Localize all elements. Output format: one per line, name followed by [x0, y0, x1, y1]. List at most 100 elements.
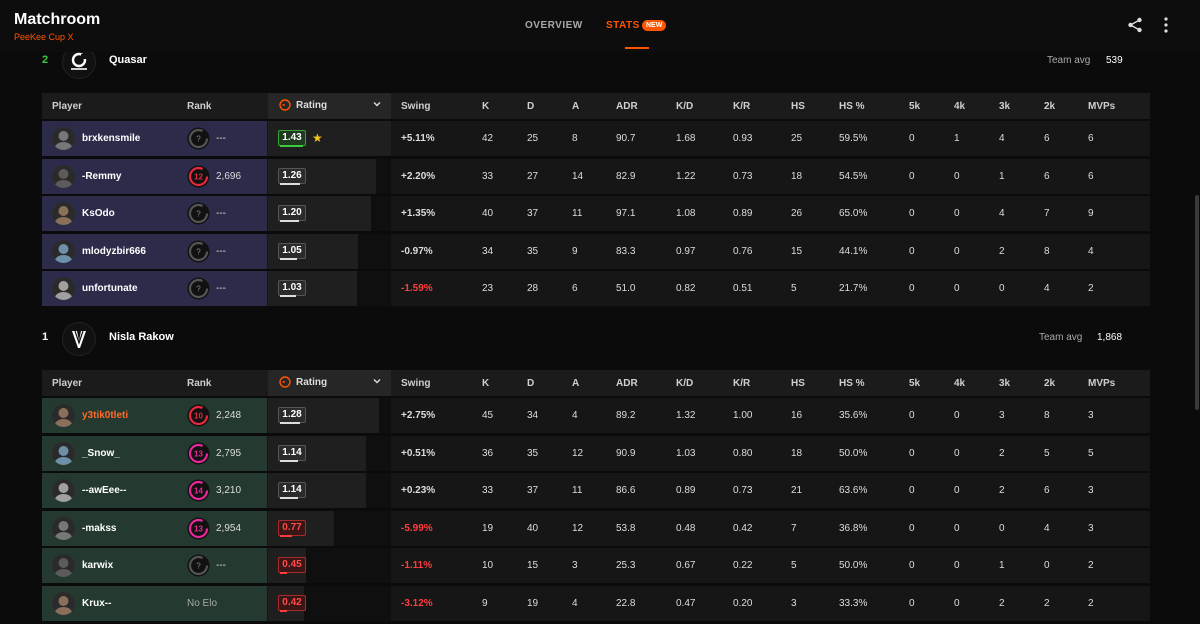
stat-k5: 0 [909, 597, 915, 609]
active-tab-indicator [625, 47, 649, 49]
player-cell[interactable] [42, 271, 267, 306]
stat-kd: 0.67 [676, 560, 696, 571]
player-avatar[interactable] [52, 516, 75, 540]
stat-hsp: 44.1% [839, 245, 868, 257]
stat-kr: 1.00 [733, 410, 753, 421]
stat-kd: 1.22 [676, 170, 696, 182]
stat-hs: 25 [791, 133, 803, 144]
stat-d: 35 [527, 447, 539, 459]
player-avatar[interactable] [52, 591, 75, 615]
stat-a: 12 [572, 447, 584, 459]
stat-swing: +0.51% [401, 447, 436, 459]
chevron-down-icon[interactable] [372, 99, 382, 109]
stat-hs: 16 [791, 410, 803, 421]
player-name[interactable]: _Snow_ [82, 448, 120, 459]
more-vertical-icon[interactable] [1160, 16, 1172, 34]
player-avatar[interactable] [52, 441, 75, 465]
team-header-nisla-rakow: 1 Nisla Rakow Team avg 1,868 [42, 322, 1150, 356]
rating-progress [280, 422, 300, 424]
player-avatar[interactable] [52, 479, 75, 502]
player-cell[interactable] [42, 233, 267, 269]
stat-a: 14 [572, 170, 584, 182]
player-cell[interactable] [42, 121, 267, 156]
column-header-hs: HS [791, 378, 805, 389]
player-name[interactable]: --awEee-- [82, 485, 126, 496]
player-row: _Snow_ 13 2,795 1.14 +0.51% 36 35 12 90.9 1.03 0.8… [42, 435, 1150, 471]
player-name[interactable]: y3tik0tleti [82, 410, 128, 421]
player-cell[interactable] [42, 585, 267, 621]
player-cell[interactable] [42, 196, 267, 231]
team-name[interactable]: Nisla Rakow [109, 331, 174, 343]
column-header-player: Player [52, 101, 83, 112]
column-header-k5: 5k [909, 378, 921, 389]
rating-progress [280, 182, 300, 185]
team-avg-label: Team avg [1047, 55, 1091, 66]
stat-k: 10 [482, 560, 494, 571]
player-avatar[interactable] [52, 164, 75, 188]
stat-k: 36 [482, 447, 494, 459]
player-avatar[interactable] [52, 554, 75, 577]
stat-k5: 0 [909, 245, 915, 257]
player-elo: 3,210 [216, 485, 242, 496]
rating-progress [280, 572, 287, 574]
column-header-kr: K/R [733, 101, 751, 112]
stat-mvps: 2 [1088, 283, 1094, 294]
player-cell[interactable] [42, 548, 267, 583]
stat-k2: 4 [1044, 283, 1050, 294]
team-name[interactable]: Quasar [109, 54, 147, 66]
player-name[interactable]: karwix [82, 560, 113, 571]
player-name[interactable]: KsOdo [82, 208, 115, 219]
stat-hs: 21 [791, 485, 803, 496]
skill-level-icon: ? [187, 240, 210, 262]
tab-overview[interactable]: OVERVIEW [525, 20, 583, 31]
tab-stats[interactable]: STATS [606, 20, 640, 31]
chevron-down-icon[interactable] [372, 376, 382, 386]
column-header-d: D [527, 101, 535, 112]
stat-k: 9 [482, 597, 488, 609]
top-bar: Matchroom PeeKee Cup X OVERVIEW STATS NE… [0, 0, 1200, 52]
stat-kr: 0.73 [733, 485, 753, 496]
stat-d: 25 [527, 133, 539, 144]
player-name[interactable]: brxkensmile [82, 133, 140, 144]
share-icon[interactable] [1127, 17, 1143, 33]
stat-kr: 0.42 [733, 522, 753, 534]
stat-k5: 0 [909, 170, 915, 182]
player-name[interactable]: unfortunate [82, 283, 138, 294]
stat-adr: 22.8 [616, 597, 636, 609]
scrollbar[interactable] [1195, 195, 1199, 410]
stat-kd: 0.48 [676, 522, 696, 534]
stat-d: 28 [527, 283, 539, 294]
stat-k3: 2 [999, 245, 1005, 257]
player-name[interactable]: -makss [82, 523, 116, 534]
player-row: brxkensmile? --- 1.43 ★ +5.11% 42 25 8 90.7 1.68 0… [42, 121, 1150, 156]
stat-k: 33 [482, 170, 494, 182]
player-avatar[interactable] [52, 404, 75, 427]
rating-gauge-icon [279, 99, 291, 111]
skill-level-icon: ? [187, 127, 210, 150]
player-name[interactable]: -Remmy [82, 171, 121, 182]
stat-swing: -3.12% [401, 597, 433, 609]
stat-k5: 0 [909, 283, 915, 294]
column-header-mvps: MVPs [1088, 101, 1116, 112]
player-avatar[interactable] [52, 239, 75, 263]
skill-level-icon: 14 [187, 479, 210, 502]
table-header: Player Rank Rating Swing K D A ADR K/D K/R HS HS % 5… [42, 370, 1150, 396]
rating-value: 1.14 [278, 444, 306, 461]
stat-adr: 83.3 [616, 245, 636, 257]
rating-value: 1.26 [278, 167, 306, 184]
stat-k2: 5 [1044, 447, 1050, 459]
stat-k3: 0 [999, 283, 1005, 294]
player-name[interactable]: Krux-- [82, 598, 111, 609]
stat-kd: 1.03 [676, 447, 696, 459]
stat-k5: 0 [909, 485, 915, 496]
player-avatar[interactable] [52, 127, 75, 150]
player-avatar[interactable] [52, 202, 75, 225]
column-header-rating: Rating [296, 100, 328, 111]
player-name[interactable]: mlodyzbir666 [82, 246, 146, 257]
player-row: -Remmy 12 2,696 1.26 +2.20% 33 27 14 82.9 1.22 0.7… [42, 158, 1150, 194]
event-subtitle[interactable]: PeeKee Cup X [14, 32, 74, 42]
nisla-logo-icon [72, 330, 86, 348]
rating-value: 1.03 [278, 280, 306, 296]
stat-adr: 90.7 [616, 133, 636, 144]
player-avatar[interactable] [52, 277, 75, 300]
